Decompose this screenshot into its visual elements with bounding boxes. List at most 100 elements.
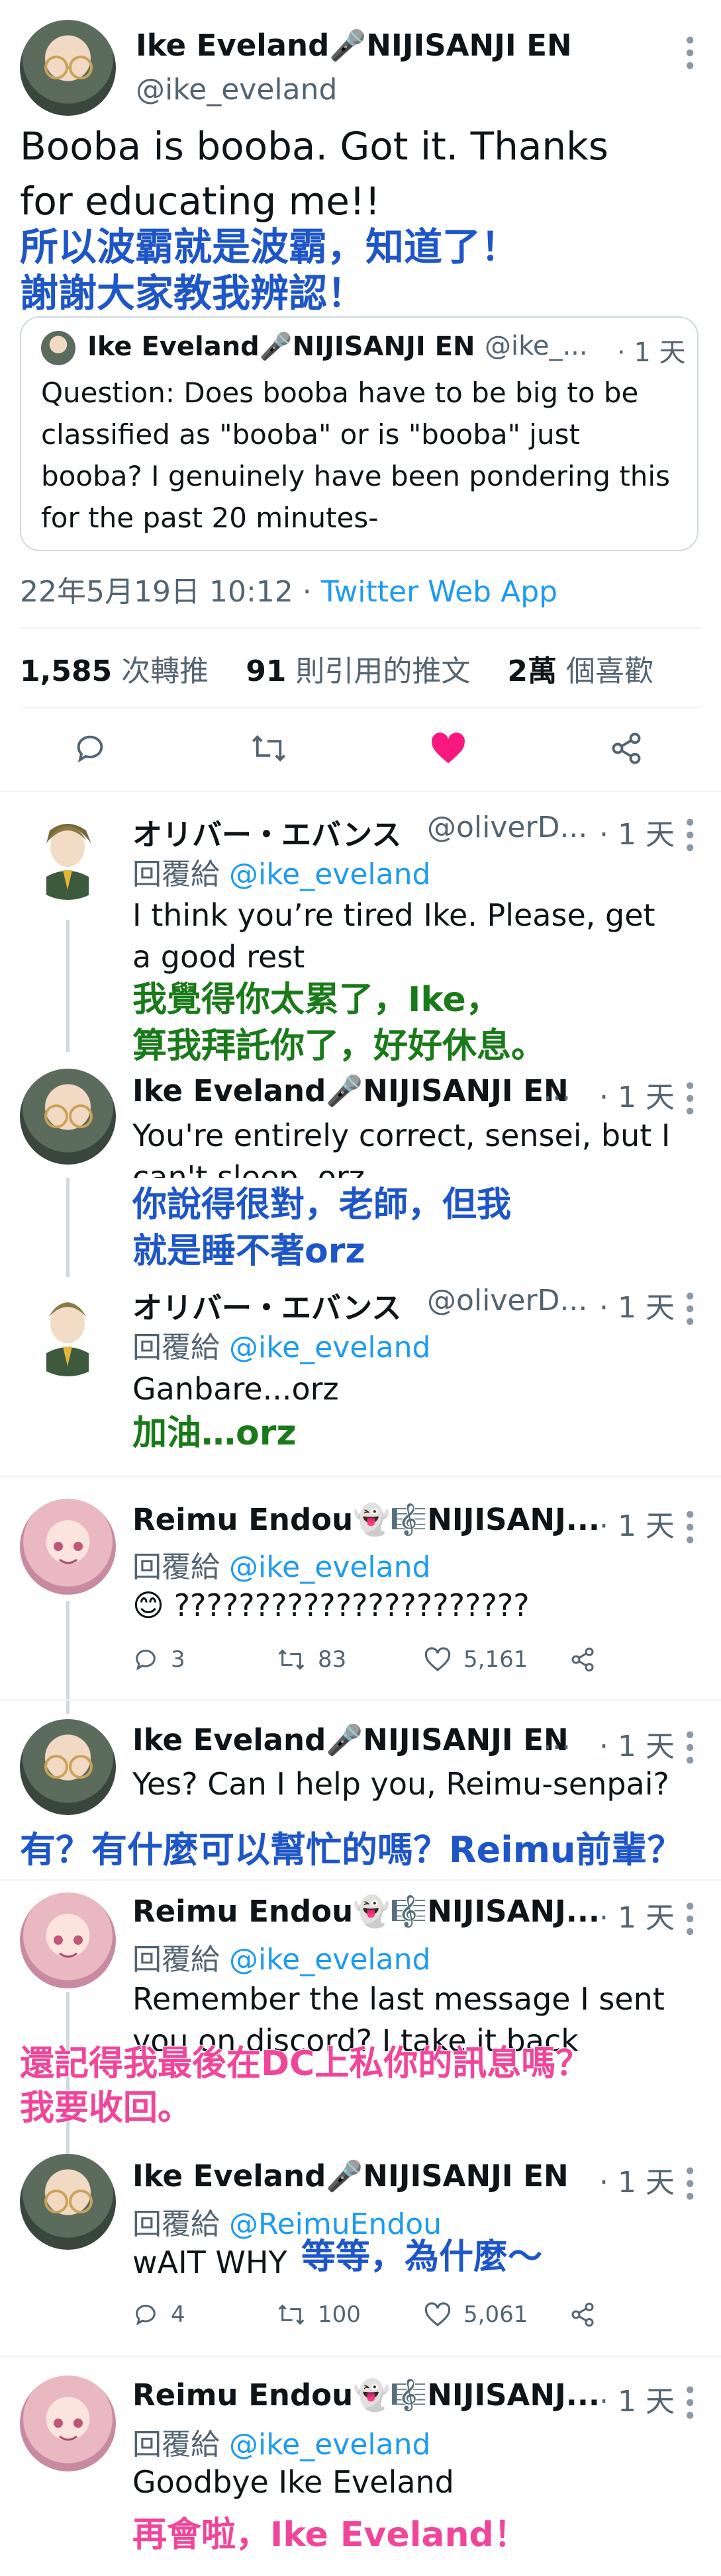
- reply-avatar[interactable]: [20, 2154, 116, 2250]
- retweet-button[interactable]: 100: [277, 2301, 361, 2328]
- quoted-tweet-handle: @ike_...: [485, 331, 588, 361]
- reply-button[interactable]: [73, 731, 107, 768]
- reply-avatar[interactable]: [20, 1892, 116, 1988]
- reply-to-line: 回覆給 @ike_eveland: [132, 1331, 431, 1364]
- reply-to-mention-link[interactable]: @ike_eveland: [229, 858, 430, 891]
- share-button[interactable]: [569, 2301, 608, 2328]
- oliver-avatar-icon: [46, 824, 91, 900]
- reply-author-handle[interactable]: ...: [543, 1073, 571, 1107]
- reply-author-name[interactable]: Ike Eveland🎤NIJISANJI EN: [132, 1722, 569, 1757]
- reply-time[interactable]: · 1 天: [599, 811, 675, 853]
- divider: [0, 1699, 721, 1701]
- reply-time[interactable]: · 1 天: [599, 1894, 675, 1936]
- reply-to-mention-link[interactable]: @ike_eveland: [229, 1943, 430, 1976]
- like-button[interactable]: 5,061: [424, 2301, 528, 2328]
- reply-text: I think you’re tired Ike. Please, get a …: [132, 897, 655, 975]
- quoted-tweet-time: · 1 天: [617, 337, 686, 368]
- quote-count[interactable]: 91 則引用的推文: [246, 654, 470, 688]
- reply-text: 😊 ??????????????????????: [132, 1587, 530, 1623]
- reply-author-handle[interactable]: @oliverD...: [427, 811, 587, 844]
- heart-icon: [424, 1647, 451, 1671]
- reply-to-line: 回覆給 @ike_eveland: [132, 858, 431, 891]
- like-button[interactable]: 5,161: [424, 1646, 528, 1673]
- reply-time[interactable]: · 1 天: [599, 1502, 675, 1544]
- reply-avatar[interactable]: [20, 1719, 116, 1815]
- reply-avatar[interactable]: [20, 1280, 116, 1376]
- reply-text: Ganbare...orz: [132, 1371, 339, 1407]
- share-icon: [612, 733, 641, 764]
- reply-time[interactable]: · 1 天: [599, 1284, 675, 1326]
- retweet-button[interactable]: [250, 731, 287, 768]
- like-count[interactable]: 2萬 個喜歡: [507, 654, 653, 688]
- reply-author-name[interactable]: オリバー・エバンス: [132, 811, 401, 854]
- main-tweet-author-name[interactable]: Ike Eveland🎤NIJISANJI EN: [136, 28, 572, 63]
- reply-to-line: 回覆給 @ike_eveland: [132, 2428, 431, 2462]
- reply-count: 4: [171, 2301, 185, 2328]
- tweet-source-link[interactable]: Twitter Web App: [321, 575, 557, 609]
- main-tweet-avatar[interactable]: [20, 20, 116, 116]
- retweet-count: 83: [318, 1646, 347, 1673]
- tweet-timestamp[interactable]: 22年5月19日 10:12 ·: [20, 575, 321, 609]
- thread-line: [66, 1178, 70, 1277]
- retweet-count: 100: [318, 2301, 361, 2328]
- retweet-count[interactable]: 1,585 次轉推: [20, 654, 209, 688]
- reply-author-name[interactable]: Ike Eveland🎤NIJISANJI EN: [132, 1073, 569, 1108]
- reply-to-mention-link[interactable]: @ike_eveland: [229, 1550, 430, 1584]
- reply-author-name[interactable]: Reimu Endou👻🎼NIJISANJ...: [132, 1502, 600, 1537]
- reply-author-name[interactable]: Reimu Endou👻🎼NIJISANJ...: [132, 2377, 600, 2413]
- like-count: 5,161: [463, 1646, 528, 1673]
- reply-avatar[interactable]: [20, 804, 116, 900]
- reply-button[interactable]: 3: [132, 1646, 185, 1673]
- more-options-icon[interactable]: •••: [675, 815, 702, 854]
- share-icon: [571, 1647, 594, 1672]
- quoted-tweet-avatar: [41, 331, 75, 365]
- reply-icon: [136, 1650, 156, 1671]
- more-options-icon[interactable]: •••: [675, 2383, 702, 2421]
- reply-translation-line2: 算我拜託你了，好好休息。: [132, 1026, 546, 1067]
- reply-author-name[interactable]: Reimu Endou👻🎼NIJISANJ...: [132, 1894, 600, 1929]
- main-tweet-author-handle[interactable]: @ike_eveland: [136, 73, 337, 107]
- divider: [0, 791, 721, 792]
- retweet-button[interactable]: 83: [277, 1646, 346, 1673]
- reply-time[interactable]: · 1 天: [599, 1722, 675, 1765]
- reply-to-line: 回覆給 @ike_eveland: [132, 1550, 431, 1584]
- reply-button[interactable]: 4: [132, 2301, 185, 2328]
- reply-avatar[interactable]: [20, 1499, 116, 1595]
- share-button[interactable]: [609, 731, 644, 768]
- share-button[interactable]: [569, 1646, 608, 1673]
- more-options-icon[interactable]: •••: [675, 1289, 702, 1327]
- reply-translation-line1: 你說得很對，老師，但我: [132, 1184, 512, 1225]
- reply-text: Remember the last message I sent you on …: [132, 1981, 665, 2051]
- main-tweet-translation-line2: 謝謝大家教我辨認！: [19, 271, 366, 316]
- more-options-icon[interactable]: •••: [675, 1728, 702, 1766]
- reply-to-mention-link[interactable]: @ike_eveland: [229, 1331, 430, 1364]
- thread-line: [66, 920, 70, 1052]
- reply-count: 3: [171, 1646, 185, 1673]
- thread-line: [66, 1601, 70, 1714]
- more-options-icon[interactable]: •••: [675, 1079, 702, 1117]
- oliver-avatar-icon: [46, 1302, 89, 1376]
- reply-to-mention-link[interactable]: @ike_eveland: [229, 2428, 430, 2462]
- reply-time[interactable]: · 1 天: [599, 2377, 675, 2420]
- reply-avatar[interactable]: [20, 2376, 116, 2471]
- more-options-icon[interactable]: •••: [675, 2164, 702, 2202]
- avatar-glasses-icon: [44, 2190, 93, 2213]
- more-options-icon[interactable]: •••: [675, 1899, 702, 1937]
- reimu-avatar-icon: [54, 1935, 83, 1958]
- reply-avatar[interactable]: [20, 1069, 116, 1165]
- quoted-tweet-card[interactable]: Ike Eveland🎤NIJISANJI EN @ike_... · 1 天 …: [20, 316, 698, 551]
- reply-time[interactable]: · 1 天: [599, 1073, 675, 1116]
- like-button[interactable]: [430, 731, 466, 768]
- reply-author-name[interactable]: Ike Eveland🎤NIJISANJI EN: [132, 2158, 569, 2194]
- more-options-icon[interactable]: •••: [675, 1507, 702, 1546]
- reply-icon: [77, 735, 103, 763]
- reply-author-name[interactable]: オリバー・エバンス: [132, 1284, 401, 1327]
- more-options-icon[interactable]: •••: [675, 33, 702, 71]
- reply-translation-line1: 等等，為什麼～: [301, 2237, 543, 2278]
- reply-author-handle[interactable]: ...: [543, 1722, 571, 1756]
- divider: [20, 627, 701, 629]
- reply-time[interactable]: · 1 天: [599, 2158, 675, 2201]
- reply-translation-line2: 我要收回。: [19, 2088, 193, 2129]
- avatar-glasses-icon: [44, 1104, 93, 1128]
- reply-author-handle[interactable]: @oliverD...: [427, 1284, 587, 1317]
